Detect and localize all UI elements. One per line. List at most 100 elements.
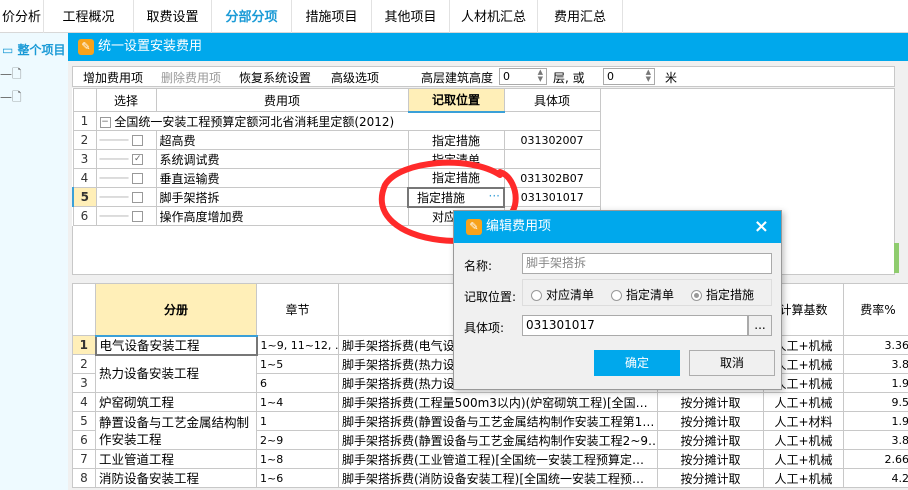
specific-item-cell[interactable] — [503, 149, 601, 169]
description-cell[interactable]: 脚手架搭拆费(消防设备安装工程)[全国统一安装工程预… — [338, 468, 658, 488]
select-checkbox[interactable]: ✓ — [132, 154, 144, 165]
rate-cell[interactable]: 3.8 — [843, 430, 908, 450]
col-chapter[interactable]: 章节 — [256, 283, 339, 336]
browse-button[interactable]: ... — [748, 315, 772, 336]
rate-cell[interactable]: 1.9 — [843, 411, 908, 431]
volume-row[interactable]: 7 工业管道工程 1~8 脚手架搭拆费(工业管道工程)[全国统一安装工程预算定… 按分摊… — [72, 449, 908, 469]
description-cell[interactable]: 脚手架搭拆费(工业管道工程)[全国统一安装工程预算定… — [338, 449, 658, 469]
tree-node[interactable]: —🗋 — [0, 88, 22, 109]
fee-row[interactable]: 5 ──── 脚手架搭拆 指定措施 ··· 031301017 — [72, 186, 601, 208]
mode-cell[interactable]: 按分摊计取 — [657, 430, 764, 450]
base-cell[interactable]: 人工+材料 — [763, 411, 844, 431]
description-cell[interactable]: 脚手架搭拆费(工程量500m3以内)(炉窑砌筑工程)[全国… — [338, 392, 658, 412]
col-volume[interactable]: 分册 — [95, 283, 257, 337]
col-rate[interactable]: 费率% — [843, 283, 908, 336]
position-cell[interactable]: 指定措施 ··· — [407, 186, 505, 208]
floors-stepper[interactable]: 0 ▲ ▼ — [499, 68, 547, 85]
rate-cell[interactable]: 3.8 — [843, 354, 908, 374]
base-cell[interactable]: 人工+机械 — [763, 430, 844, 450]
row-number: 5 — [72, 187, 97, 207]
tab-sections[interactable]: 分部分项 — [212, 0, 292, 33]
chapter-cell[interactable]: 1~6 — [256, 468, 339, 488]
tab-other-items[interactable]: 其他项目 — [372, 0, 450, 33]
col-fee-item[interactable]: 费用项 — [155, 88, 409, 112]
rate-cell[interactable]: 2.66 — [843, 449, 908, 469]
volume-cell[interactable]: 工业管道工程 — [95, 449, 257, 469]
chapter-cell[interactable]: 1~8 — [256, 449, 339, 469]
base-cell[interactable]: 人工+机械 — [763, 449, 844, 469]
rate-cell[interactable]: 4.2 — [843, 468, 908, 488]
volume-cell[interactable]: 热力设备安装工程 — [95, 354, 257, 393]
row-number: 3 — [72, 373, 96, 393]
position-cell[interactable]: 指定清单 — [407, 149, 505, 169]
description-cell[interactable]: 脚手架搭拆费(静置设备与工艺金属结构制作安装工程第1… — [338, 411, 658, 431]
select-checkbox[interactable] — [132, 192, 144, 203]
base-cell[interactable]: 人工+机械 — [763, 468, 844, 488]
chapter-cell[interactable]: 2~9 — [256, 430, 339, 450]
col-specific-item[interactable]: 具体项 — [503, 88, 601, 112]
ok-button[interactable]: 确定 — [594, 350, 680, 376]
fee-row[interactable]: 4 ──── 垂直运输费 指定措施 031302B07 — [72, 168, 601, 188]
tree-node[interactable]: —🗋 — [0, 65, 22, 86]
volume-cell[interactable]: 炉窑砌筑工程 — [95, 392, 257, 412]
specific-item-cell[interactable]: 031302007 — [503, 130, 601, 150]
radio-specified-measure[interactable]: 指定措施 — [691, 286, 754, 303]
fee-row[interactable]: 2 ──── 超高费 指定措施 031302007 — [72, 130, 601, 150]
tab-price-analysis[interactable]: 价分析 — [0, 0, 44, 33]
chapter-cell[interactable]: 1 — [256, 411, 339, 431]
specific-item-cell[interactable]: 031301017 — [503, 187, 601, 207]
col-select[interactable]: 选择 — [95, 88, 157, 112]
item-field[interactable]: 031301017 — [522, 315, 748, 336]
mode-cell[interactable]: 按分摊计取 — [657, 468, 764, 488]
add-fee-button[interactable]: 增加费用项 — [83, 69, 143, 86]
advanced-options-button[interactable]: 高级选项 — [331, 69, 379, 86]
tree-root[interactable]: ▭ 整个项目 — [2, 41, 66, 58]
select-checkbox[interactable] — [132, 211, 144, 222]
delete-fee-button[interactable]: 删除费用项 — [161, 69, 221, 86]
specific-item-cell[interactable]: 031302B07 — [503, 168, 601, 188]
chapter-cell[interactable]: 1~5 — [256, 354, 339, 374]
base-cell[interactable]: 人工+机械 — [763, 392, 844, 412]
tab-fee-settings[interactable]: 取费设置 — [134, 0, 212, 33]
group-cell[interactable]: − 全国统一安装工程预算定额河北省消耗里定额(2012) — [95, 111, 601, 131]
rate-cell[interactable]: 9.5 — [843, 392, 908, 412]
radio-specified-list[interactable]: 指定清单 — [611, 286, 674, 303]
rate-cell[interactable]: 3.36 — [843, 335, 908, 355]
chapter-cell[interactable]: 1~9, 11~12, … — [256, 335, 339, 355]
radio-corresponding-list[interactable]: 对应清单 — [531, 286, 594, 303]
mode-cell[interactable]: 按分摊计取 — [657, 449, 764, 469]
volume-row[interactable]: 5 静置设备与工艺金属结构制作安装工程 1 脚手架搭拆费(静置设备与工艺金属结构制作安… — [72, 411, 908, 450]
restore-defaults-button[interactable]: 恢复系统设置 — [239, 69, 311, 86]
dialog-toolbar: 增加费用项 删除费用项 恢复系统设置 高级选项 高层建筑高度 0 ▲ ▼ 层, 或 … — [72, 66, 895, 87]
tab-measures[interactable]: 措施项目 — [292, 0, 372, 33]
cancel-button[interactable]: 取消 — [689, 350, 775, 376]
tab-project-overview[interactable]: 工程概况 — [44, 0, 134, 33]
row-number: 7 — [72, 449, 96, 469]
meters-stepper[interactable]: 0 ▲ ▼ — [603, 68, 655, 85]
select-checkbox[interactable] — [132, 135, 144, 146]
mode-cell[interactable]: 按分摊计取 — [657, 411, 764, 431]
chapter-cell[interactable]: 6 — [256, 373, 339, 393]
position-cell[interactable]: 指定措施 — [407, 168, 505, 188]
tab-fee-summary[interactable]: 费用汇总 — [538, 0, 623, 33]
name-field[interactable]: 脚手架搭拆 — [522, 253, 772, 274]
chapter-cell[interactable]: 1~4 — [256, 392, 339, 412]
rate-cell[interactable]: 1.9 — [843, 373, 908, 393]
volume-row[interactable]: 4 炉窑砌筑工程 1~4 脚手架搭拆费(工程量500m3以内)(炉窑砌筑工程)[全国…… — [72, 392, 908, 412]
volume-cell[interactable]: 消防设备安装工程 — [95, 468, 257, 488]
fee-row[interactable]: 3 ──── ✓ 系统调试费 指定清单 — [72, 149, 601, 169]
mode-cell[interactable]: 按分摊计取 — [657, 392, 764, 412]
volume-cell[interactable]: 电气设备安装工程 — [94, 334, 258, 356]
position-cell[interactable]: 指定措施 — [407, 130, 505, 150]
volume-row[interactable]: 8 消防设备安装工程 1~6 脚手架搭拆费(消防设备安装工程)[全国统一安装工程预… 按… — [72, 468, 908, 488]
collapse-icon[interactable]: − — [99, 116, 111, 128]
description-cell[interactable]: 脚手架搭拆费(静置设备与工艺金属结构制作安装工程2~9… — [338, 430, 658, 450]
ellipsis-button[interactable]: ··· — [489, 190, 500, 203]
col-position[interactable]: 记取位置 — [407, 88, 505, 113]
close-icon[interactable]: × — [754, 216, 769, 237]
select-checkbox[interactable] — [132, 173, 144, 184]
tab-labor-material-summary[interactable]: 人材机汇总 — [450, 0, 538, 33]
fee-row[interactable]: 1− 全国统一安装工程预算定额河北省消耗里定额(2012) — [72, 111, 601, 131]
volume-cell[interactable]: 静置设备与工艺金属结构制作安装工程 — [95, 411, 257, 450]
height-label: 高层建筑高度 — [421, 71, 494, 85]
